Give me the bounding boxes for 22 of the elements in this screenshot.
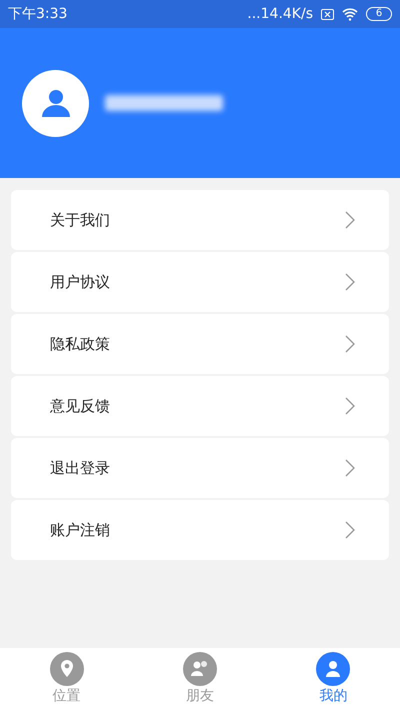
menu-item[interactable]: 关于我们 xyxy=(11,190,389,250)
menu-item[interactable]: 意见反馈 xyxy=(11,376,389,436)
user-icon xyxy=(40,87,72,119)
chevron-icon xyxy=(345,397,355,415)
tab[interactable]: 我的 xyxy=(293,652,374,706)
menu-item[interactable]: 用户协议 xyxy=(11,252,389,312)
status-time: 下午3:33 xyxy=(8,4,68,24)
wifi-icon xyxy=(342,8,358,20)
chevron-icon xyxy=(345,521,355,539)
people-icon xyxy=(182,652,217,686)
battery-icon: 6 xyxy=(366,7,392,21)
chevron-icon xyxy=(345,459,355,477)
chevron-icon xyxy=(345,335,355,353)
menu-item[interactable]: 隐私政策 xyxy=(11,314,389,374)
chevron-icon xyxy=(345,211,355,229)
sim-icon xyxy=(321,8,334,20)
menu-item[interactable]: 退出登录 xyxy=(11,438,389,498)
network-speed: ...14.4K/s xyxy=(247,4,313,24)
location-pin-icon xyxy=(50,652,84,686)
user-icon xyxy=(316,652,350,686)
menu-item[interactable]: 账户注销 xyxy=(11,500,389,560)
chevron-icon xyxy=(345,273,355,291)
